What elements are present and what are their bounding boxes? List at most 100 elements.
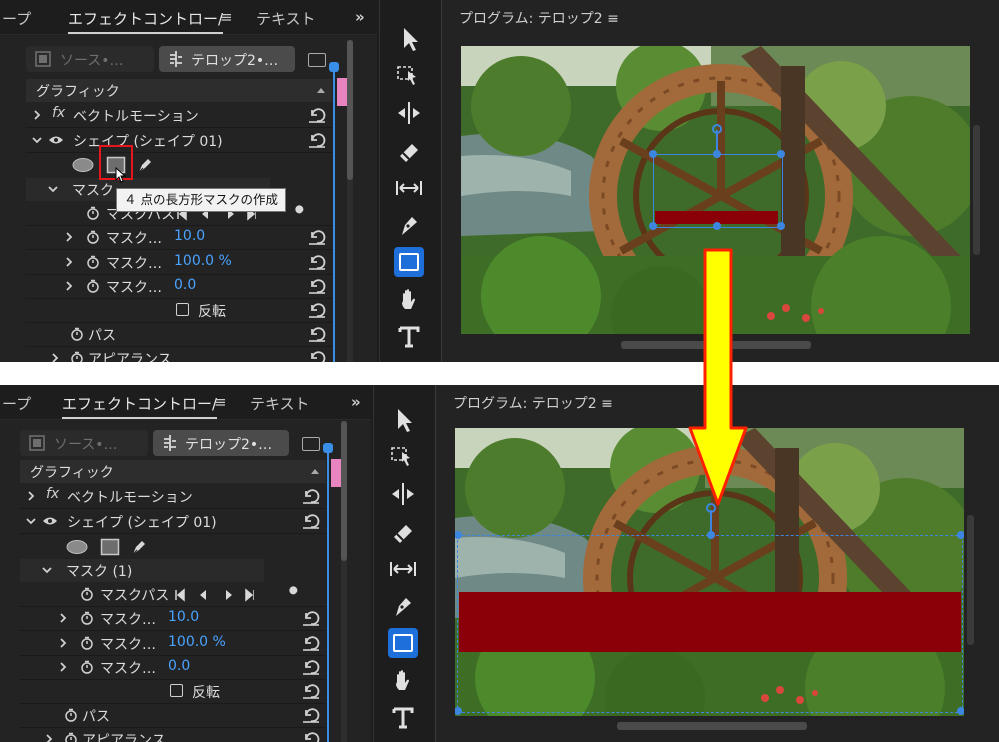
mask-opacity-value[interactable]: 100.0 % — [168, 634, 226, 650]
track-select-tool-icon[interactable] — [388, 442, 418, 472]
stopwatch-icon[interactable] — [86, 206, 100, 220]
tab-menu-icon[interactable]: ≡ — [214, 393, 227, 411]
reset-icon[interactable] — [308, 254, 326, 270]
tab-effect-controls[interactable]: エフェクトコントロー/ — [68, 8, 224, 34]
reset-icon[interactable] — [302, 610, 320, 626]
stopwatch-icon[interactable] — [64, 708, 78, 722]
source-clip-button[interactable]: ソース•… — [26, 46, 154, 72]
razor-tool-icon[interactable] — [394, 136, 424, 166]
scrollbar-thumb[interactable] — [347, 40, 353, 180]
tab-menu-icon[interactable]: ≡ — [220, 8, 233, 26]
tab-previous[interactable]: ープ — [2, 8, 31, 29]
playhead[interactable] — [323, 443, 333, 453]
tab-previous[interactable]: ープ — [2, 393, 31, 414]
hand-tool-icon[interactable] — [388, 666, 418, 696]
program-zoom-scrollbar[interactable] — [617, 722, 807, 730]
selection-tool-icon[interactable] — [388, 405, 418, 435]
panel-scrollbar[interactable] — [341, 421, 347, 742]
collapse-icon[interactable] — [316, 85, 326, 95]
reset-icon[interactable] — [302, 513, 320, 529]
mask-row[interactable]: マスク (1) — [20, 559, 264, 582]
collapse-icon[interactable] — [310, 466, 320, 476]
pen-mask-icon[interactable] — [130, 538, 148, 556]
program-vertical-scrollbar[interactable] — [973, 125, 980, 255]
expand-chevron-icon[interactable] — [58, 662, 68, 672]
expand-chevron-icon[interactable] — [64, 257, 74, 267]
pen-tool-icon[interactable] — [388, 591, 418, 621]
tab-text[interactable]: テキスト — [250, 393, 310, 414]
slip-tool-icon[interactable] — [388, 554, 418, 584]
reset-icon[interactable] — [308, 326, 326, 342]
timeline-toggle-icon[interactable] — [302, 437, 320, 451]
collapse-chevron-icon[interactable] — [26, 516, 36, 526]
stopwatch-icon[interactable] — [70, 327, 84, 341]
expand-chevron-icon[interactable] — [26, 491, 36, 501]
vector-motion-row[interactable]: fx ベクトルモーション — [26, 104, 332, 128]
appearance-row[interactable]: アピアランス — [26, 347, 332, 362]
mask-feather-value[interactable]: 10.0 — [168, 609, 199, 625]
expand-chevron-icon[interactable] — [64, 281, 74, 291]
scrollbar-thumb[interactable] — [341, 421, 347, 561]
selection-tool-icon[interactable] — [394, 24, 424, 54]
mask-handles[interactable] — [641, 120, 801, 240]
keyframe-nav-icon[interactable] — [174, 588, 254, 602]
stopwatch-icon[interactable] — [80, 587, 94, 601]
ellipse-mask-icon[interactable] — [72, 157, 94, 173]
pen-mask-icon[interactable] — [136, 156, 154, 174]
tab-effect-controls[interactable]: エフェクトコントロー/ — [62, 393, 218, 419]
reset-icon[interactable] — [308, 229, 326, 245]
timeline-toggle-icon[interactable] — [308, 53, 326, 67]
stopwatch-icon[interactable] — [80, 611, 94, 625]
mask-handles[interactable] — [455, 498, 964, 716]
mask-expansion-value[interactable]: 0.0 — [168, 658, 190, 674]
stopwatch-icon[interactable] — [86, 255, 100, 269]
reset-icon[interactable] — [302, 635, 320, 651]
expand-chevron-icon[interactable] — [44, 734, 54, 742]
reset-icon[interactable] — [308, 278, 326, 294]
tab-text[interactable]: テキスト — [256, 8, 316, 29]
mask-expansion-value[interactable]: 0.0 — [174, 277, 196, 293]
reset-icon[interactable] — [302, 731, 320, 742]
stopwatch-icon[interactable] — [86, 279, 100, 293]
eye-icon[interactable] — [42, 516, 58, 526]
shape-row[interactable]: シェイプ (シェイプ 01) — [26, 129, 332, 153]
collapse-chevron-icon[interactable] — [32, 135, 42, 145]
playhead[interactable] — [329, 62, 339, 72]
stopwatch-icon[interactable] — [80, 636, 94, 650]
reset-icon[interactable] — [308, 302, 326, 318]
source-clip-button[interactable]: ソース•… — [20, 430, 148, 456]
reset-icon[interactable] — [302, 659, 320, 675]
stopwatch-icon[interactable] — [70, 351, 84, 362]
reset-icon[interactable] — [302, 707, 320, 723]
track-select-tool-icon[interactable] — [394, 61, 424, 91]
hand-tool-icon[interactable] — [394, 285, 424, 315]
reset-icon[interactable] — [302, 488, 320, 504]
panel-scrollbar[interactable] — [347, 40, 353, 362]
reset-icon[interactable] — [308, 350, 326, 362]
collapse-chevron-icon[interactable] — [42, 565, 52, 575]
sequence-clip-button[interactable]: テロップ2•… — [159, 46, 295, 72]
reset-icon[interactable] — [302, 683, 320, 699]
rectangle-tool-icon[interactable] — [388, 628, 418, 658]
rectangle-tool-icon[interactable] — [394, 247, 424, 277]
sequence-clip-button[interactable]: テロップ2•… — [153, 430, 289, 456]
reset-icon[interactable] — [308, 107, 326, 123]
expand-chevron-icon[interactable] — [64, 232, 74, 242]
vector-motion-row[interactable]: fx ベクトルモーション — [20, 485, 326, 509]
appearance-row[interactable]: アピアランス — [20, 728, 326, 742]
collapse-chevron-icon[interactable] — [48, 184, 58, 194]
reset-icon[interactable] — [308, 132, 326, 148]
type-tool-icon[interactable] — [388, 703, 418, 733]
expand-chevron-icon[interactable] — [50, 353, 60, 362]
program-vertical-scrollbar[interactable] — [967, 515, 974, 645]
stopwatch-icon[interactable] — [86, 230, 100, 244]
panel-overflow-icon[interactable]: » — [355, 8, 365, 26]
ripple-edit-tool-icon[interactable] — [388, 479, 418, 509]
pen-tool-icon[interactable] — [394, 210, 424, 240]
wrench-icon[interactable] — [290, 205, 308, 223]
rectangle-mask-icon[interactable] — [100, 538, 120, 556]
invert-checkbox[interactable] — [170, 684, 183, 697]
mask-opacity-value[interactable]: 100.0 % — [174, 253, 232, 269]
invert-checkbox[interactable] — [176, 303, 189, 316]
panel-overflow-icon[interactable]: » — [351, 393, 361, 411]
